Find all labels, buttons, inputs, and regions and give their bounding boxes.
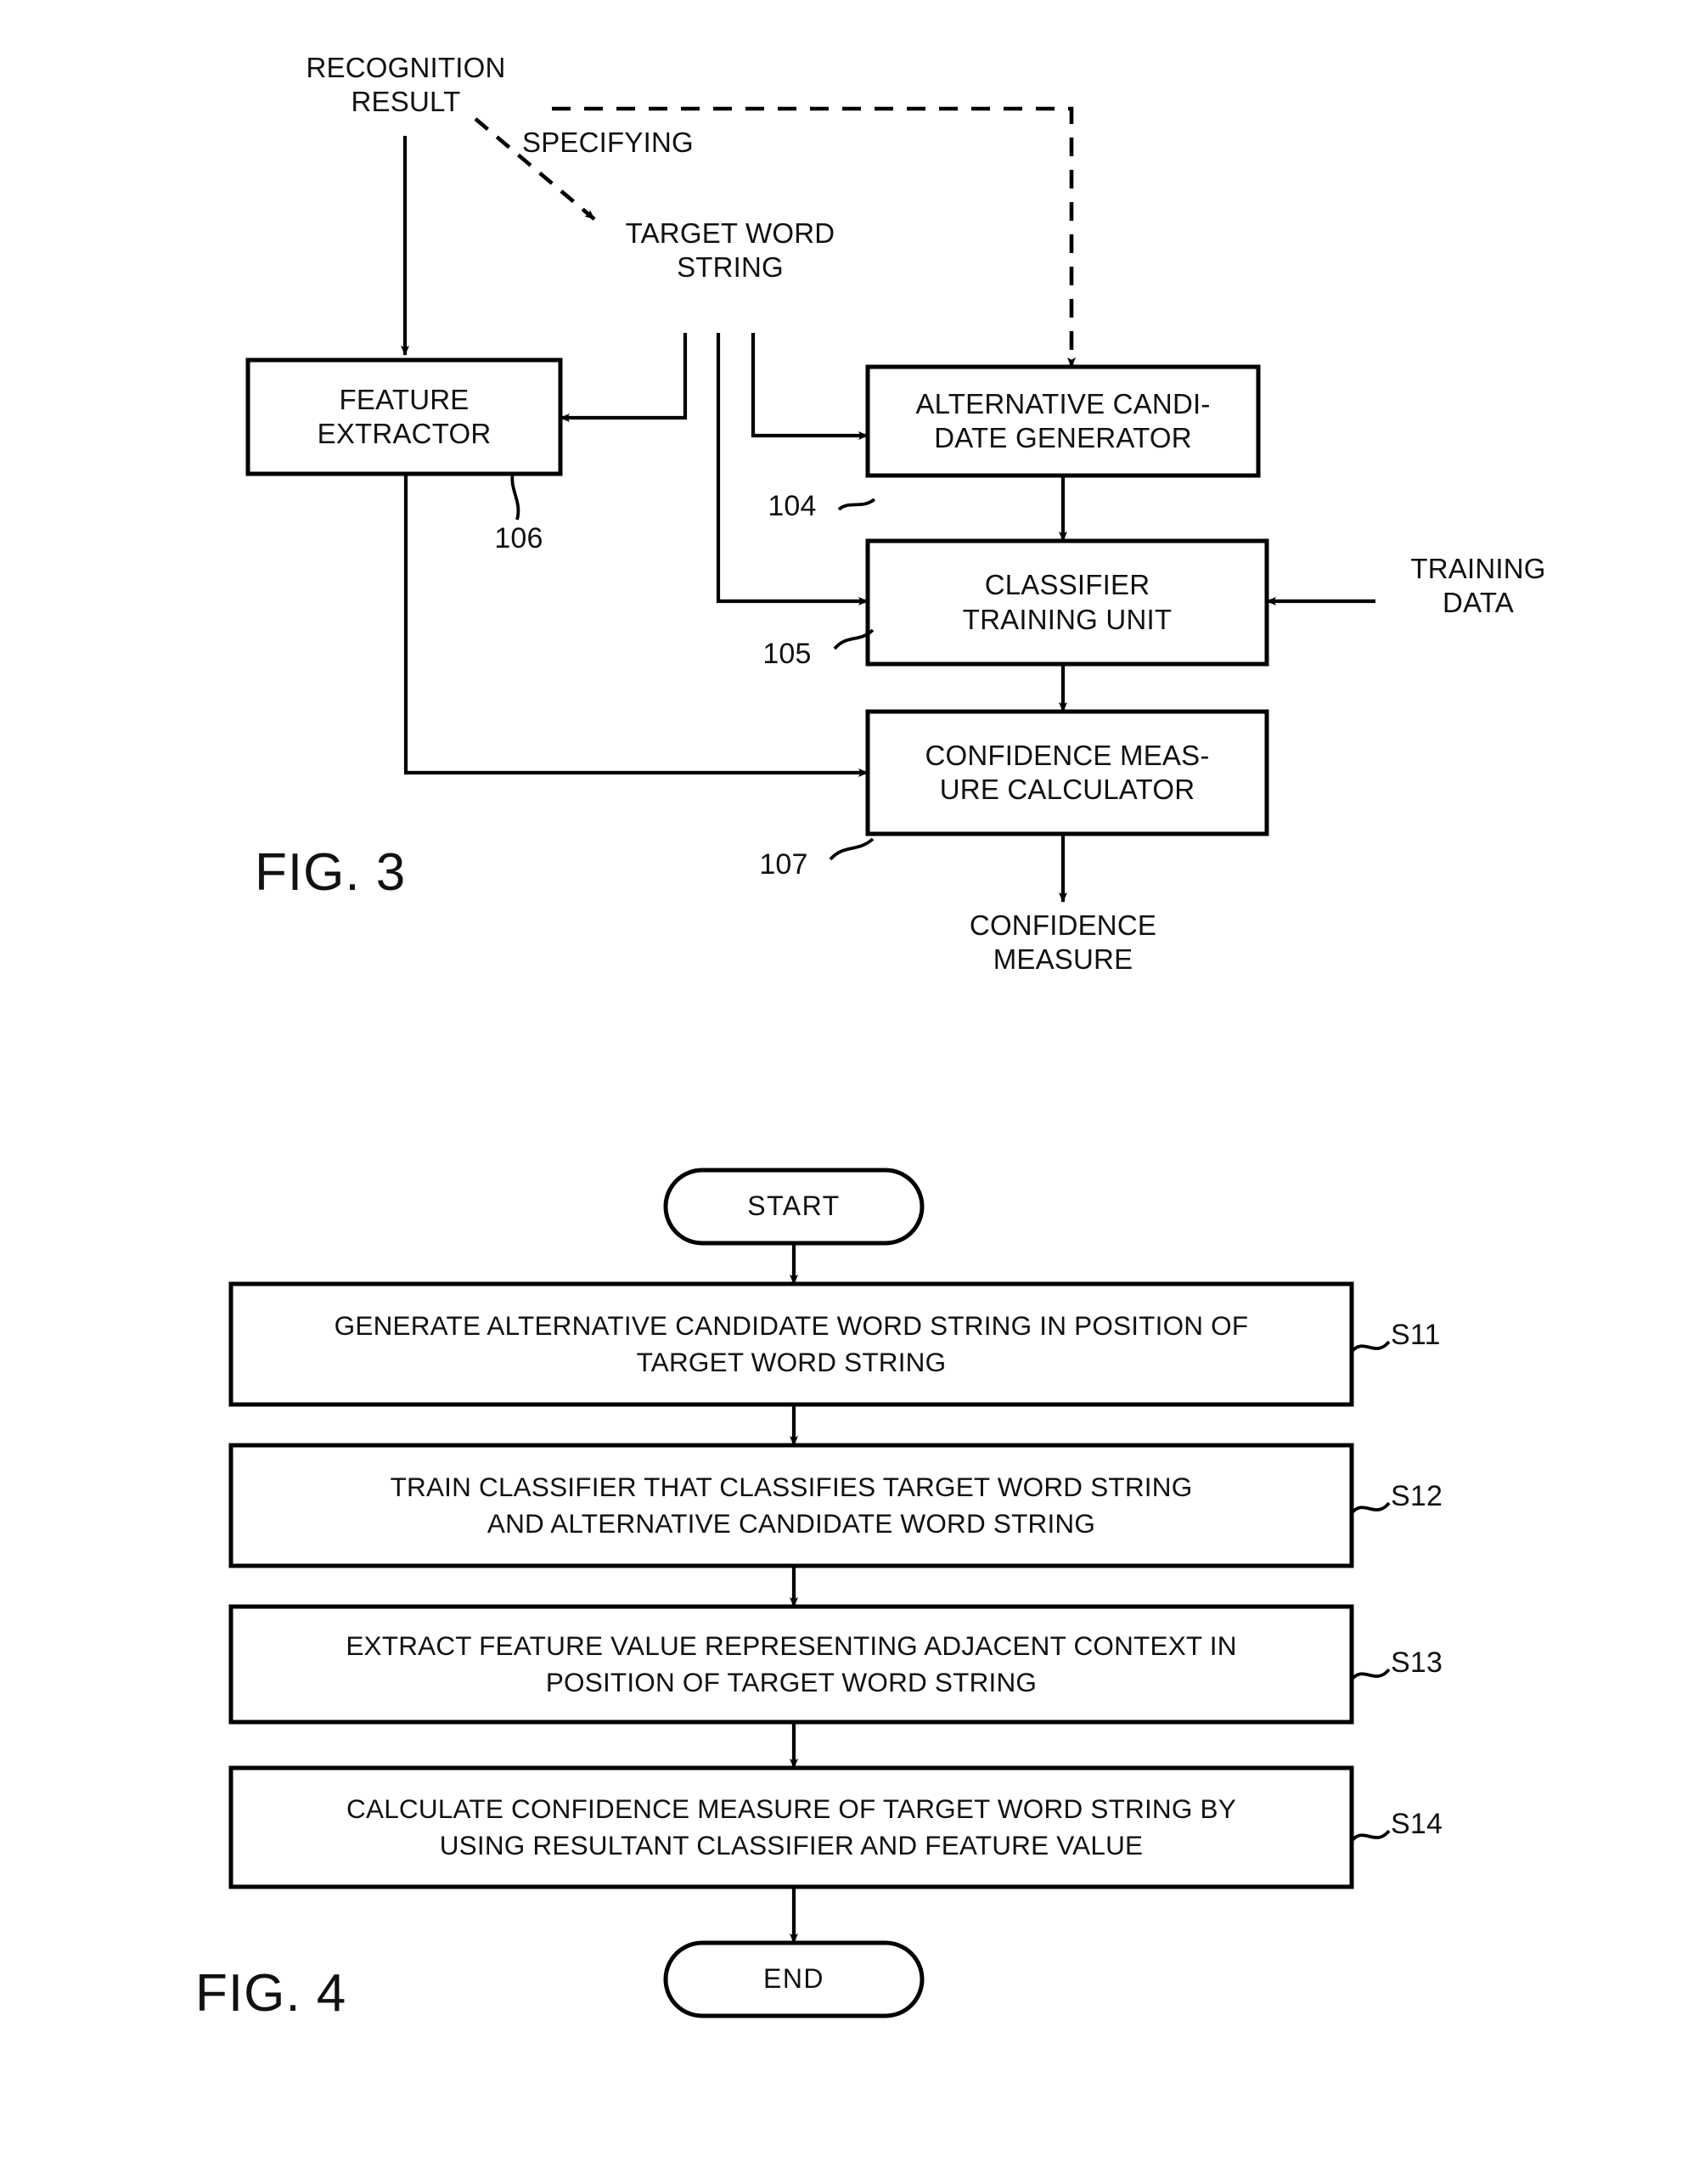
leader-107 xyxy=(829,837,875,861)
ref-number-105: 105 xyxy=(762,638,812,670)
label-confidence-measure-output: CONFIDENCE MEASURE xyxy=(969,909,1157,976)
leader-s14 xyxy=(1350,1829,1391,1843)
block-label-feature-extractor: FEATURE EXTRACTOR xyxy=(317,383,492,449)
label-specifying: SPECIFYING xyxy=(522,127,694,158)
terminator-label-start: START xyxy=(747,1191,841,1222)
block-label-alternative-candidate-generator: ALTERNATIVE CANDI- DATE GENERATOR xyxy=(915,387,1211,453)
ref-number-104: 104 xyxy=(768,490,817,522)
leader-106 xyxy=(510,471,520,521)
arrow-target-word-string-to-classifier xyxy=(716,333,869,606)
figure-label-fig3: FIG. 3 xyxy=(255,843,407,902)
step-ref-s12: S12 xyxy=(1391,1480,1443,1512)
step-label-s12: TRAIN CLASSIFIER THAT CLASSIFIES TARGET … xyxy=(390,1471,1193,1539)
leader-s11 xyxy=(1350,1340,1391,1354)
ref-number-107: 107 xyxy=(759,848,808,881)
label-target-word-string: TARGET WORD STRING xyxy=(625,217,835,284)
arrow-target-word-string-to-generator xyxy=(751,333,869,441)
ref-number-106: 106 xyxy=(494,522,543,554)
block-label-classifier-training-unit: CLASSIFIER TRAINING UNIT xyxy=(962,569,1173,635)
label-recognition-result: RECOGNITION RESULT xyxy=(306,52,506,118)
leader-s13 xyxy=(1350,1668,1391,1681)
leader-s12 xyxy=(1350,1501,1391,1515)
step-ref-s11: S11 xyxy=(1391,1319,1441,1351)
figure-label-fig4: FIG. 4 xyxy=(195,1964,347,2023)
leader-104 xyxy=(837,498,876,511)
terminator-label-end: END xyxy=(762,1963,825,1995)
block-label-confidence-measure-calculator: CONFIDENCE MEAS- URE CALCULATOR xyxy=(925,739,1210,805)
patent-drawing-sheet: RECOGNITION RESULT SPECIFYING TARGET WOR… xyxy=(0,0,1693,2184)
step-label-s14: CALCULATE CONFIDENCE MEASURE OF TARGET W… xyxy=(346,1793,1236,1860)
step-ref-s14: S14 xyxy=(1391,1808,1443,1840)
arrow-target-word-string-to-feature-extractor xyxy=(560,333,688,422)
label-training-data: TRAINING DATA xyxy=(1410,553,1546,619)
step-ref-s13: S13 xyxy=(1391,1646,1443,1679)
step-label-s11: GENERATE ALTERNATIVE CANDIDATE WORD STRI… xyxy=(334,1309,1249,1377)
step-label-s13: EXTRACT FEATURE VALUE REPRESENTING ADJAC… xyxy=(346,1630,1237,1697)
